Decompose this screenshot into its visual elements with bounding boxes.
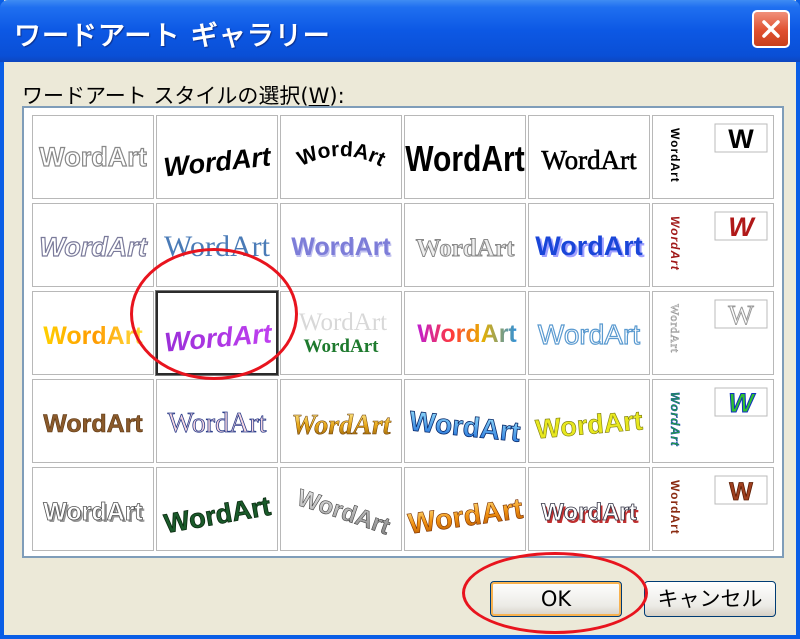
wordart-style-4-3[interactable]: WordArt xyxy=(280,379,402,463)
wordart-style-3-6[interactable]: WordArt W xyxy=(652,291,774,375)
svg-text:WordArt: WordArt xyxy=(163,318,274,357)
svg-text:WordArt: WordArt xyxy=(668,216,682,271)
accelerator-key: W xyxy=(308,84,330,108)
wordart-style-5-3[interactable]: WordArt xyxy=(280,467,402,551)
svg-text:WordArt: WordArt xyxy=(294,138,389,171)
wordart-style-2-5[interactable]: WordArt WordArt xyxy=(528,203,650,287)
svg-text:WordArt: WordArt xyxy=(162,491,273,539)
svg-text:WordArt: WordArt xyxy=(668,392,682,447)
wordart-style-4-4[interactable]: WordArt xyxy=(404,379,526,463)
svg-text:W: W xyxy=(729,478,753,506)
wordart-style-1-1[interactable]: WordArt xyxy=(32,115,154,199)
svg-text:WordArt: WordArt xyxy=(304,336,380,357)
wordart-style-4-6[interactable]: WordArt W xyxy=(652,379,774,463)
wordart-style-4-5[interactable]: WordArt xyxy=(528,379,650,463)
wordart-style-grid: WordArt WordArt WordArt WordArt WordArt … xyxy=(22,106,784,558)
ok-button[interactable]: OK xyxy=(490,581,622,617)
svg-text:WordArt: WordArt xyxy=(534,405,644,444)
wordart-style-3-1[interactable]: WordArt xyxy=(32,291,154,375)
dialog-title: ワードアート ギャラリー xyxy=(14,21,331,52)
wordart-style-5-6[interactable]: WordArt W xyxy=(652,467,774,551)
svg-text:W: W xyxy=(728,388,756,418)
svg-text:W: W xyxy=(728,124,754,154)
wordart-style-5-2[interactable]: WordArt xyxy=(156,467,278,551)
wordart-style-1-6[interactable]: WordArt W xyxy=(652,115,774,199)
svg-text:WordArt: WordArt xyxy=(668,480,682,535)
wordart-style-1-5[interactable]: WordArt xyxy=(528,115,650,199)
wordart-style-1-4[interactable]: WordArt xyxy=(404,115,526,199)
wordart-gallery-dialog: ワードアート ギャラリー ワードアート スタイルの選択(W): WordArt … xyxy=(0,0,800,639)
svg-text:WordArt: WordArt xyxy=(541,145,637,175)
svg-text:WordArt: WordArt xyxy=(164,230,271,263)
wordart-style-3-3[interactable]: WordArt WordArt xyxy=(280,291,402,375)
wordart-style-1-3[interactable]: WordArt xyxy=(280,115,402,199)
wordart-style-4-1[interactable]: WordArt xyxy=(32,379,154,463)
wordart-style-2-1[interactable]: WordArt xyxy=(32,203,154,287)
wordart-style-2-6[interactable]: WordArt W xyxy=(652,203,774,287)
svg-text:WordArt: WordArt xyxy=(535,231,643,261)
svg-text:WordArt: WordArt xyxy=(39,142,147,172)
wordart-style-2-3[interactable]: WordArt WordArt xyxy=(280,203,402,287)
wordart-style-2-2[interactable]: WordArt xyxy=(156,203,278,287)
svg-text:WordArt: WordArt xyxy=(416,235,515,262)
wordart-style-5-1[interactable]: WordArt WordArt xyxy=(32,467,154,551)
cancel-button[interactable]: キャンセル xyxy=(644,581,776,617)
svg-text:WordArt: WordArt xyxy=(291,410,391,441)
svg-text:WordArt: WordArt xyxy=(406,493,525,541)
svg-text:WordArt: WordArt xyxy=(408,405,522,447)
svg-text:WordArt: WordArt xyxy=(168,408,267,439)
svg-text:WordArt: WordArt xyxy=(538,319,640,350)
title-bar[interactable]: ワードアート ギャラリー xyxy=(0,0,800,62)
svg-text:WordArt: WordArt xyxy=(43,498,143,526)
svg-text:WordArt: WordArt xyxy=(291,233,391,261)
svg-text:W: W xyxy=(728,300,754,330)
close-button[interactable] xyxy=(752,10,790,48)
svg-text:W: W xyxy=(728,212,756,242)
svg-text:WordArt: WordArt xyxy=(668,304,682,353)
svg-text:WordArt: WordArt xyxy=(417,320,517,348)
svg-text:WordArt: WordArt xyxy=(39,232,147,262)
svg-text:WordArt: WordArt xyxy=(541,499,637,526)
svg-text:WordArt: WordArt xyxy=(299,309,387,336)
svg-text:WordArt: WordArt xyxy=(294,485,394,541)
svg-text:WordArt: WordArt xyxy=(43,410,143,438)
wordart-style-3-4[interactable]: WordArt xyxy=(404,291,526,375)
wordart-style-1-2[interactable]: WordArt xyxy=(156,115,278,199)
svg-text:WordArt: WordArt xyxy=(162,141,273,182)
wordart-style-5-5[interactable]: WordArt WordArt xyxy=(528,467,650,551)
wordart-style-2-4[interactable]: WordArt xyxy=(404,203,526,287)
svg-text:WordArt: WordArt xyxy=(668,128,682,183)
wordart-style-5-4[interactable]: WordArt xyxy=(404,467,526,551)
close-icon xyxy=(762,20,780,38)
svg-text:WordArt: WordArt xyxy=(43,322,143,350)
wordart-style-4-2[interactable]: WordArt xyxy=(156,379,278,463)
wordart-style-3-5[interactable]: WordArt xyxy=(528,291,650,375)
wordart-style-3-2[interactable]: WordArt xyxy=(155,290,279,376)
svg-text:WordArt: WordArt xyxy=(405,140,524,180)
